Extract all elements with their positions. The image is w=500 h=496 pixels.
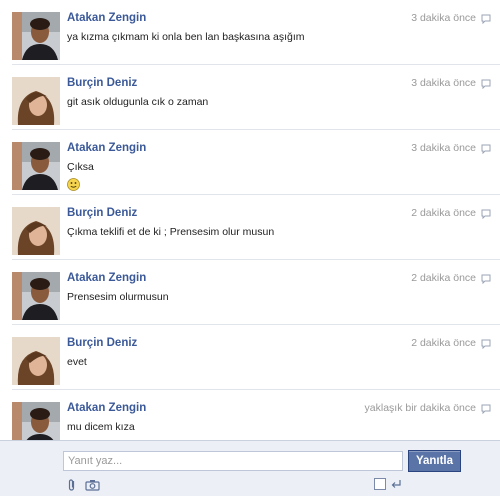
timestamp: 3 dakika önce [411,77,476,89]
timestamp: 3 dakika önce [411,12,476,24]
message-text: Çıkma teklifi et de ki ; Prensesim olur … [67,226,275,238]
reply-icon[interactable] [481,79,491,89]
camera-icon[interactable] [85,479,100,491]
message-text: git asık oldugunla cık o zaman [67,96,209,108]
attach-icon[interactable] [67,478,77,492]
message-item: Atakan Zengin Prensesim olurmusun 2 daki… [0,260,500,325]
avatar[interactable] [12,12,60,60]
message-text: Prensesim olurmusun [67,291,169,303]
avatar[interactable] [12,272,60,320]
sender-name[interactable]: Burçin Deniz [67,207,137,219]
message-text: evet [67,356,87,368]
timestamp: 2 dakika önce [411,337,476,349]
message-item: Burçin Deniz git asık oldugunla cık o za… [0,65,500,130]
avatar[interactable] [12,142,60,190]
timestamp: yaklaşık bir dakika önce [364,402,476,414]
reply-icon[interactable] [481,274,491,284]
avatar[interactable] [12,337,60,385]
enter-to-send-checkbox[interactable] [374,478,386,490]
sender-name[interactable]: Atakan Zengin [67,142,146,154]
message-item: Atakan Zengin ya kızma çıkmam ki onla be… [0,0,500,65]
enter-icon [391,480,401,488]
smiley-icon [67,178,80,191]
timestamp: 2 dakika önce [411,207,476,219]
sender-name[interactable]: Atakan Zengin [67,12,146,24]
sender-name[interactable]: Atakan Zengin [67,272,146,284]
timestamp: 3 dakika önce [411,142,476,154]
message-item: Burçin Deniz Çıkma teklifi et de ki ; Pr… [0,195,500,260]
message-text: ya kızma çıkmam ki onla ben lan başkasın… [67,31,305,43]
timestamp: 2 dakika önce [411,272,476,284]
message-item: Atakan Zengin Çıksa 3 dakika önce [0,130,500,195]
message-text: Çıksa [67,161,94,173]
reply-input[interactable] [63,451,403,471]
reply-icon[interactable] [481,144,491,154]
reply-composer: Yanıtla [0,440,500,496]
message-text: mu dicem kıza [67,421,135,433]
message-thread: Atakan Zengin ya kızma çıkmam ki onla be… [0,0,500,440]
reply-icon[interactable] [481,339,491,349]
sender-name[interactable]: Burçin Deniz [67,77,137,89]
avatar[interactable] [12,77,60,125]
reply-icon[interactable] [481,209,491,219]
avatar[interactable] [12,402,60,440]
reply-icon[interactable] [481,404,491,414]
sender-name[interactable]: Burçin Deniz [67,337,137,349]
reply-button[interactable]: Yanıtla [408,450,461,472]
sender-name[interactable]: Atakan Zengin [67,402,146,414]
avatar[interactable] [12,207,60,255]
reply-icon[interactable] [481,14,491,24]
message-item: Atakan Zengin mu dicem kıza yaklaşık bir… [0,390,500,440]
message-item: Burçin Deniz evet 2 dakika önce [0,325,500,390]
